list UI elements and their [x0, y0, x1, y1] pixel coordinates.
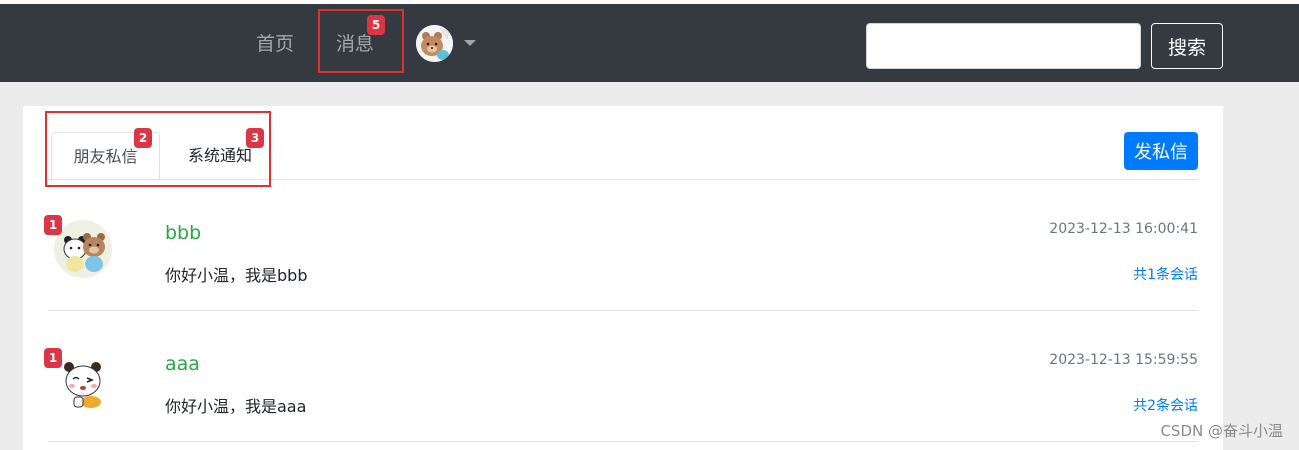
navbar: 首页 消息 5 搜索 [0, 4, 1299, 82]
conversation-time: 2023-12-13 16:00:41 [1049, 221, 1198, 237]
tabs-highlight-box [45, 111, 271, 187]
conversation-avatar[interactable] [54, 353, 112, 411]
conversation-count-link[interactable]: 共1条会话 [1133, 266, 1198, 284]
bear-avatar-icon [416, 25, 453, 62]
conversation-count-link[interactable]: 共2条会话 [1133, 397, 1198, 415]
messages-highlight-box [318, 9, 404, 73]
item-divider [48, 441, 1198, 442]
panda-bear-avatar-icon [54, 353, 112, 411]
nav-home-link[interactable]: 首页 [256, 34, 294, 54]
send-message-button[interactable]: 发私信 [1124, 132, 1198, 170]
csdn-watermark: CSDN @奋斗小温 [1160, 422, 1283, 440]
two-bears-avatar-icon [54, 220, 112, 278]
conversation-username[interactable]: aaa [165, 353, 200, 375]
search-button[interactable]: 搜索 [1151, 23, 1223, 69]
user-avatar[interactable] [416, 25, 453, 62]
search-input[interactable] [866, 23, 1141, 69]
conversation-avatar[interactable] [54, 220, 112, 278]
conversation-preview: 你好小温，我是aaa [165, 397, 307, 416]
conversation-item[interactable]: 1 bbb 你好小温，我是bbb 2023-12-13 16:00:41 共1条… [44, 180, 1198, 311]
conversation-time: 2023-12-13 15:59:55 [1049, 352, 1198, 368]
conversation-unread-badge: 1 [44, 215, 62, 235]
conversation-preview: 你好小温，我是bbb [165, 266, 308, 285]
conversation-unread-badge: 1 [44, 348, 62, 368]
conversation-username[interactable]: bbb [165, 222, 201, 244]
messages-panel: 朋友私信 系统通知 2 3 发私信 1 bbb 你好小温，我是bbb 2023-… [23, 106, 1223, 450]
caret-down-icon[interactable] [464, 40, 476, 46]
conversation-item[interactable]: 1 aaa 你好小温，我是aaa 2023-12-13 15:59:55 共2条… [44, 311, 1198, 442]
